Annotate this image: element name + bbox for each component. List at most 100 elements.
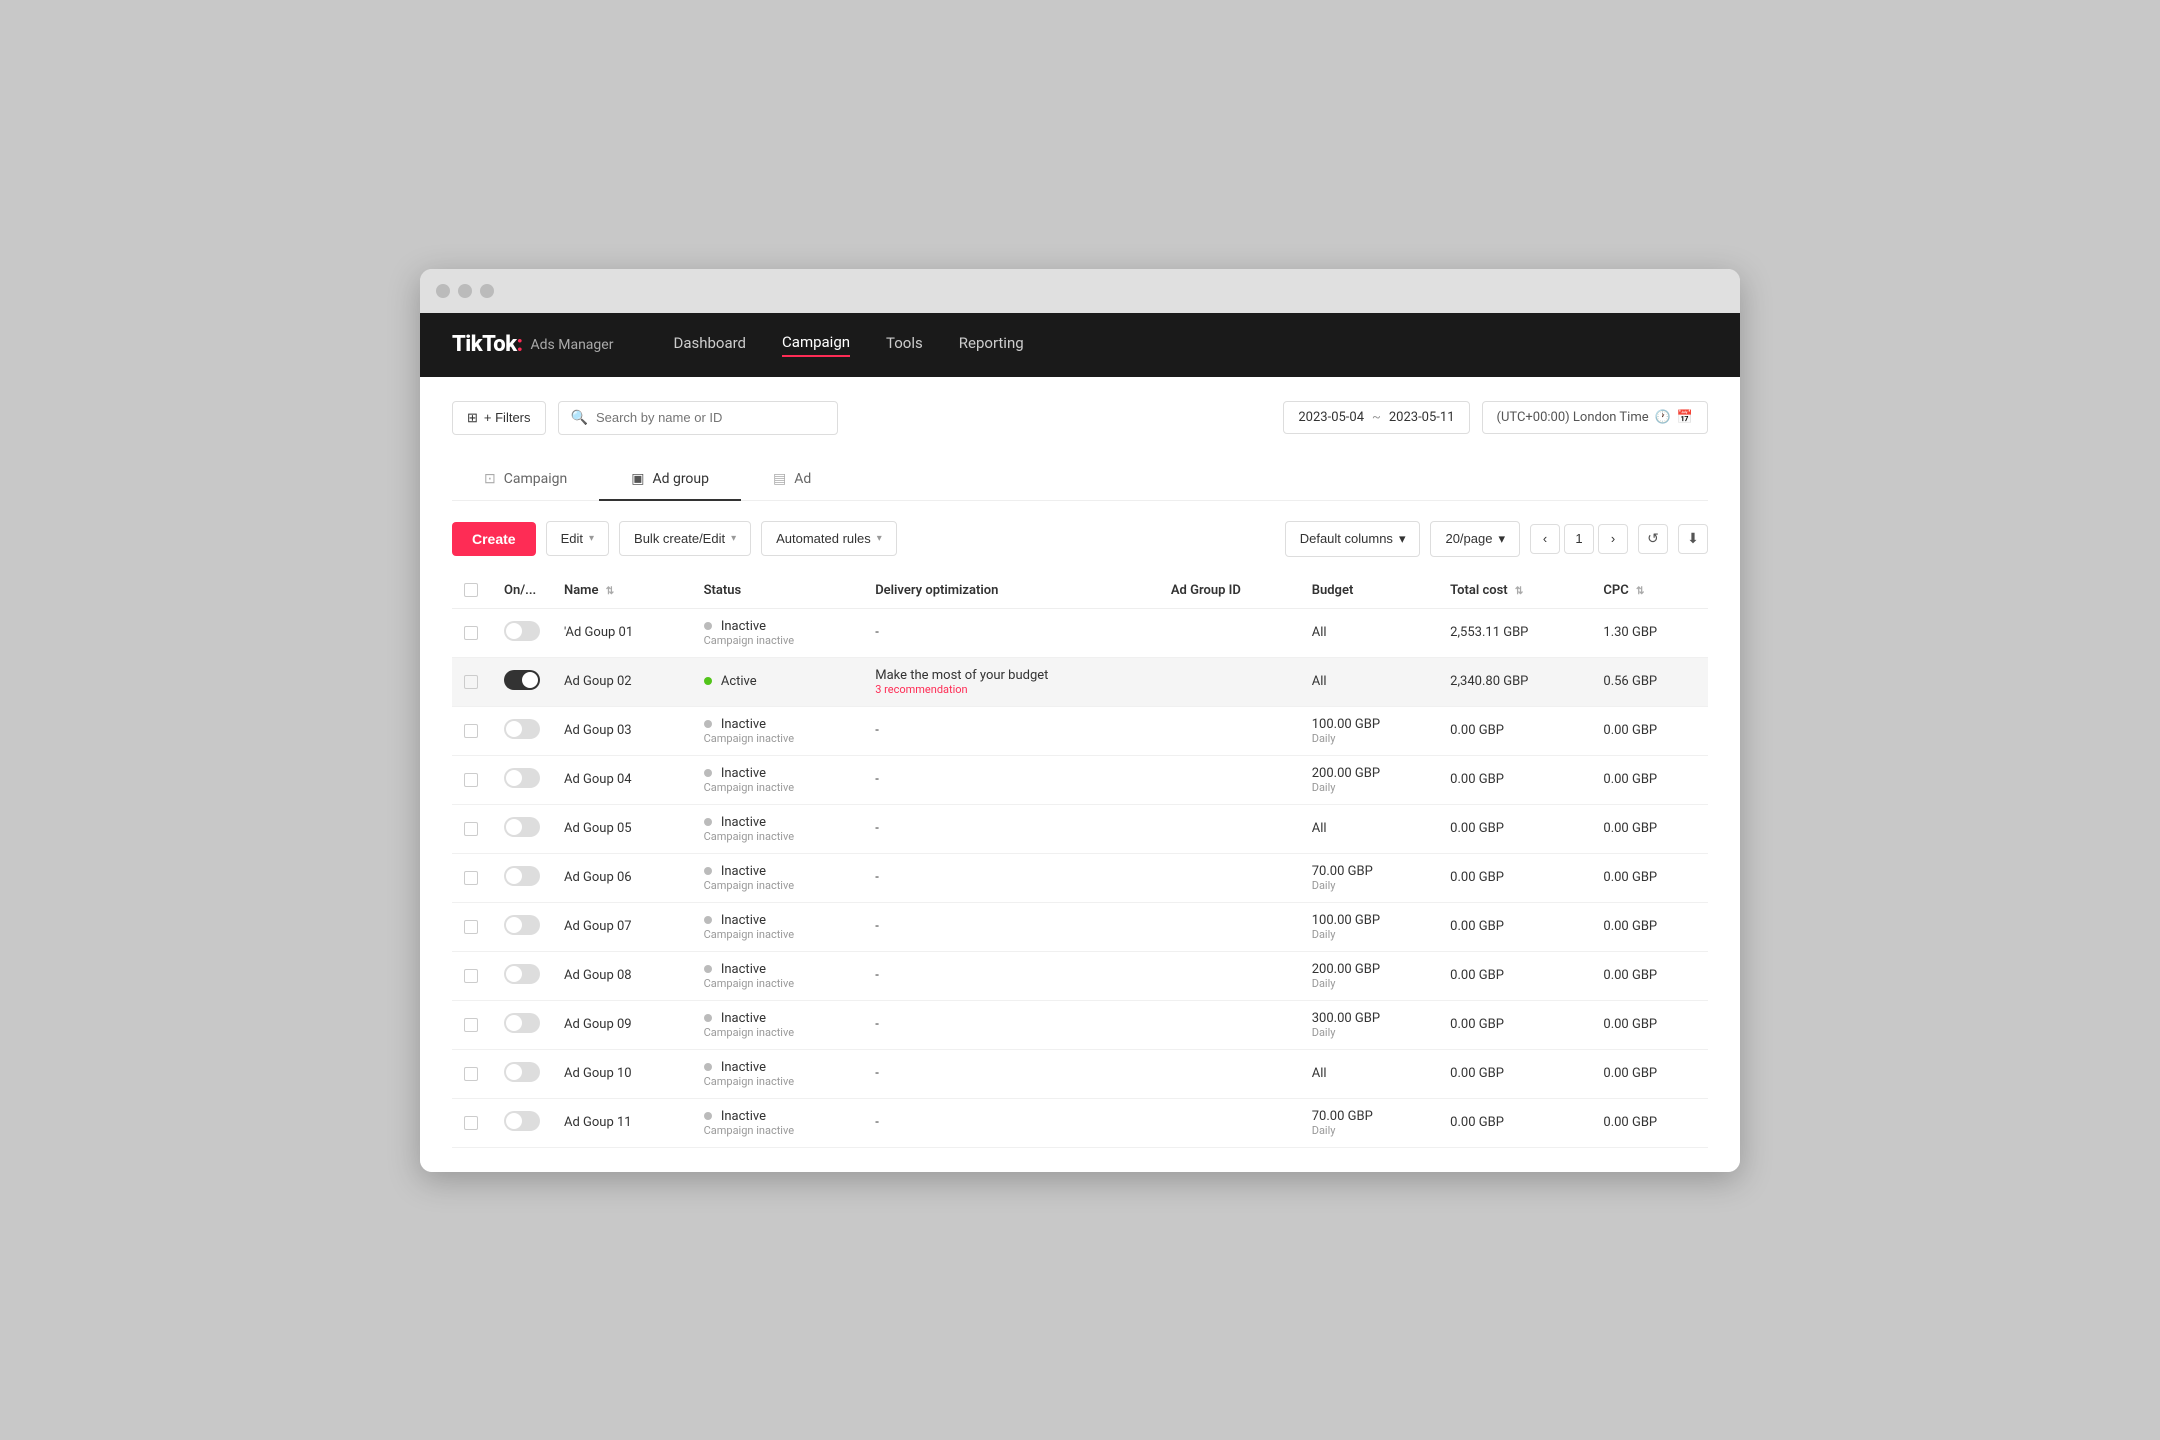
edit-button[interactable]: Edit ▾ [546, 521, 609, 556]
row-toggle[interactable] [504, 964, 540, 984]
bulk-create-button[interactable]: Bulk create/Edit ▾ [619, 521, 751, 556]
status-dot [704, 677, 712, 685]
row-toggle[interactable] [504, 719, 540, 739]
row-name[interactable]: Ad Goup 11 [564, 1115, 632, 1130]
row-budget-sub: Daily [1312, 879, 1426, 892]
nav-reporting[interactable]: Reporting [959, 334, 1024, 356]
row-adgroup-id-cell [1159, 902, 1300, 951]
per-page-button[interactable]: 20/page ▾ [1430, 521, 1520, 557]
columns-button[interactable]: Default columns ▾ [1285, 521, 1421, 557]
row-checkbox[interactable] [464, 1067, 478, 1081]
row-name[interactable]: Ad Goup 03 [564, 723, 632, 738]
row-budget-cell: 70.00 GBP Daily [1300, 853, 1438, 902]
row-toggle[interactable] [504, 866, 540, 886]
maximize-button[interactable] [480, 284, 494, 298]
row-checkbox[interactable] [464, 969, 478, 983]
row-adgroup-id-cell [1159, 755, 1300, 804]
row-name[interactable]: Ad Goup 06 [564, 870, 632, 885]
row-delivery-cell: - [863, 608, 1159, 657]
row-status: Inactive [721, 766, 766, 781]
row-name[interactable]: 'Ad Goup 01 [564, 625, 633, 640]
bulk-chevron-icon: ▾ [731, 533, 736, 544]
row-checkbox[interactable] [464, 626, 478, 640]
row-name[interactable]: Ad Goup 05 [564, 821, 632, 836]
table-header-row: On/... Name ⇅ Status Delivery optimizati… [452, 573, 1708, 609]
row-checkbox[interactable] [464, 724, 478, 738]
row-cpc: 0.00 GBP [1603, 968, 1657, 983]
date-range[interactable]: 2023-05-04 ~ 2023-05-11 [1283, 401, 1469, 434]
row-budget-cell: 100.00 GBP Daily [1300, 902, 1438, 951]
row-status: Inactive [721, 1109, 766, 1124]
row-name[interactable]: Ad Goup 07 [564, 919, 632, 934]
row-status-cell: Inactive Campaign inactive [692, 1098, 864, 1147]
row-checkbox[interactable] [464, 871, 478, 885]
row-name[interactable]: Ad Goup 08 [564, 968, 632, 983]
tab-ad-group[interactable]: ▣ Ad group [599, 459, 741, 501]
row-cpc-cell: 0.00 GBP [1591, 1000, 1708, 1049]
prev-page-button[interactable]: ‹ [1530, 524, 1560, 554]
columns-chevron-icon: ▾ [1399, 531, 1406, 547]
timezone[interactable]: (UTC+00:00) London Time 🕐 📅 [1482, 401, 1709, 434]
cpc-header[interactable]: CPC ⇅ [1591, 573, 1708, 609]
row-checkbox[interactable] [464, 822, 478, 836]
date-tilde: ~ [1372, 410, 1381, 425]
row-checkbox[interactable] [464, 920, 478, 934]
row-status-sub: Campaign inactive [704, 879, 852, 892]
row-toggle[interactable] [504, 621, 540, 641]
row-name[interactable]: Ad Goup 10 [564, 1066, 632, 1081]
row-adgroup-id-cell [1159, 1098, 1300, 1147]
row-name[interactable]: Ad Goup 02 [564, 674, 632, 689]
row-checkbox-cell [452, 853, 492, 902]
row-name-cell: 'Ad Goup 01 [552, 608, 692, 657]
total-cost-header[interactable]: Total cost ⇅ [1438, 573, 1591, 609]
row-name[interactable]: Ad Goup 09 [564, 1017, 632, 1032]
minimize-button[interactable] [458, 284, 472, 298]
adgroup-tab-icon: ▣ [631, 471, 644, 487]
nav-dashboard[interactable]: Dashboard [673, 334, 746, 356]
row-checkbox[interactable] [464, 675, 478, 689]
nav-campaign[interactable]: Campaign [782, 333, 850, 357]
select-all-checkbox[interactable] [464, 583, 478, 597]
row-checkbox[interactable] [464, 1018, 478, 1032]
row-toggle[interactable] [504, 1013, 540, 1033]
create-button[interactable]: Create [452, 522, 536, 556]
row-toggle[interactable] [504, 915, 540, 935]
row-toggle[interactable] [504, 670, 540, 690]
close-button[interactable] [436, 284, 450, 298]
row-total-cost: 2,553.11 GBP [1450, 625, 1528, 640]
status-dot [704, 1063, 712, 1071]
row-toggle[interactable] [504, 817, 540, 837]
row-toggle[interactable] [504, 768, 540, 788]
filters-button[interactable]: ⊞ + Filters [452, 401, 546, 435]
row-status-cell: Inactive Campaign inactive [692, 608, 864, 657]
current-page[interactable]: 1 [1564, 524, 1594, 554]
row-checkbox[interactable] [464, 773, 478, 787]
row-delivery: - [875, 1066, 1147, 1081]
calendar-icon: 📅 [1677, 410, 1693, 425]
date-start: 2023-05-04 [1298, 410, 1364, 425]
row-checkbox[interactable] [464, 1116, 478, 1130]
refresh-button[interactable]: ↺ [1638, 524, 1668, 554]
status-dot [704, 1014, 712, 1022]
nav-tools[interactable]: Tools [886, 334, 923, 356]
tab-campaign[interactable]: ⊡ Campaign [452, 459, 599, 501]
row-status-sub: Campaign inactive [704, 977, 852, 990]
export-button[interactable]: ⬇ [1678, 524, 1708, 554]
row-cpc: 0.00 GBP [1603, 870, 1657, 885]
row-total-cost: 0.00 GBP [1450, 1066, 1504, 1081]
row-delivery: Make the most of your budget [875, 668, 1147, 683]
row-total-cost-cell: 0.00 GBP [1438, 755, 1591, 804]
name-header[interactable]: Name ⇅ [552, 573, 692, 609]
next-page-button[interactable]: › [1598, 524, 1628, 554]
edit-chevron-icon: ▾ [589, 533, 594, 544]
tab-ad[interactable]: ▤ Ad [741, 459, 843, 501]
automated-rules-button[interactable]: Automated rules ▾ [761, 521, 897, 556]
row-name[interactable]: Ad Goup 04 [564, 772, 632, 787]
status-dot [704, 916, 712, 924]
search-input[interactable] [596, 410, 825, 425]
brand-name: TikTok: [452, 332, 523, 357]
row-toggle[interactable] [504, 1111, 540, 1131]
row-status: Inactive [721, 864, 766, 879]
row-toggle[interactable] [504, 1062, 540, 1082]
row-cpc: 0.00 GBP [1603, 1115, 1657, 1130]
